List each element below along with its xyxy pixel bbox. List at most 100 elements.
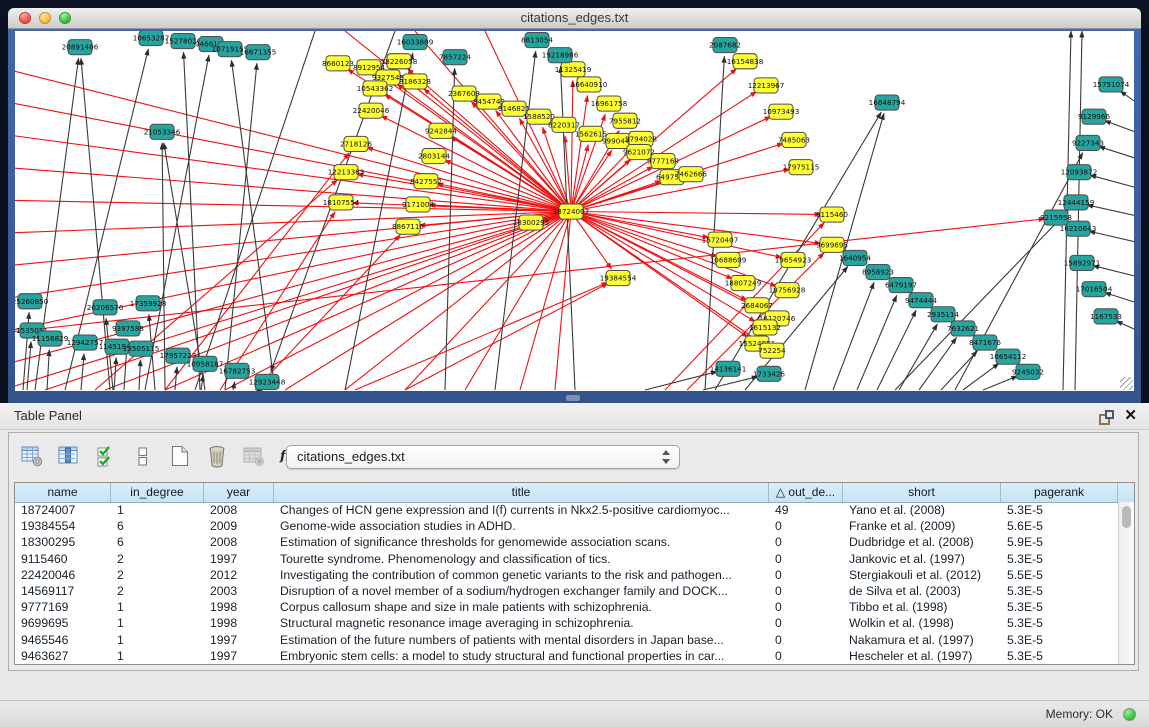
table-row[interactable]: 911546021997Tourette syndrome. Phenomeno…: [15, 551, 1118, 567]
citation-edge-red[interactable]: [165, 212, 571, 390]
graph-node[interactable]: 12213967: [748, 78, 785, 93]
citation-edge-black[interactable]: [645, 372, 717, 390]
close-panel-button[interactable]: ✕: [1124, 406, 1137, 426]
citation-edge-black[interactable]: [1120, 91, 1134, 102]
close-window-button[interactable]: [19, 12, 31, 24]
column-header[interactable]: title: [274, 483, 769, 502]
citation-edge-black[interactable]: [941, 351, 977, 390]
table-row[interactable]: 946362711997Embryonic stem cells: a mode…: [15, 648, 1118, 664]
graph-node[interactable]: 9242844: [425, 123, 457, 138]
citation-edge-black[interactable]: [1116, 321, 1134, 330]
graph-node[interactable]: 1615132: [749, 320, 781, 335]
citation-edge-red[interactable]: [405, 212, 571, 390]
graph-node[interactable]: 2087682: [709, 38, 741, 53]
graph-node[interactable]: 1167533: [1090, 309, 1122, 324]
graph-node[interactable]: 16640910: [571, 77, 608, 92]
citation-edge-red[interactable]: [571, 212, 709, 238]
citation-edge-red[interactable]: [345, 212, 571, 390]
vertical-scrollbar[interactable]: [1118, 502, 1134, 664]
citation-edge-red[interactable]: [355, 282, 608, 390]
graph-node[interactable]: 15720407: [702, 232, 739, 247]
graph-node[interactable]: 16782753: [219, 363, 256, 378]
citation-edge-black[interactable]: [201, 375, 203, 390]
graph-node[interactable]: 9227343: [1072, 135, 1104, 150]
citation-edge-red[interactable]: [255, 235, 400, 390]
graph-node[interactable]: 14136141: [710, 361, 747, 376]
graph-node[interactable]: 2935114: [927, 307, 959, 322]
citation-edge-black[interactable]: [184, 52, 200, 390]
table-selector[interactable]: citations_edges.txt: [286, 445, 680, 469]
graph-node[interactable]: 10654112: [990, 349, 1027, 364]
graph-node[interactable]: 12923448: [249, 374, 286, 389]
graph-node[interactable]: 752254: [758, 343, 786, 358]
citation-edge-black[interactable]: [139, 360, 140, 390]
graph-node[interactable]: 7485063: [778, 132, 810, 147]
scrollbar-thumb[interactable]: [1122, 506, 1131, 528]
graph-node[interactable]: 19654923: [775, 252, 812, 267]
graph-node[interactable]: 7462666: [675, 167, 707, 182]
graph-node[interactable]: 10973493: [763, 104, 800, 119]
graph-node[interactable]: 16154838: [727, 54, 764, 69]
citation-edge-black[interactable]: [877, 310, 916, 390]
table-row[interactable]: 969969511998Structural magnetic resonanc…: [15, 615, 1118, 631]
zoom-window-button[interactable]: [59, 12, 71, 24]
graph-node[interactable]: 17975115: [783, 160, 820, 175]
citation-edge-red[interactable]: [15, 200, 571, 211]
graph-node[interactable]: 16033809: [397, 35, 434, 50]
citation-edge-black[interactable]: [231, 60, 275, 390]
graph-node[interactable]: 9115460: [816, 207, 848, 222]
splitter-handle[interactable]: [566, 395, 580, 401]
citation-edge-black[interactable]: [81, 354, 84, 390]
graph-node[interactable]: 2718126: [340, 136, 372, 151]
select-all-button[interactable]: [93, 443, 119, 469]
citation-edge-black[interactable]: [983, 376, 1018, 390]
graph-node[interactable]: 25260850: [15, 294, 49, 309]
graph-node[interactable]: 8215958: [1040, 210, 1072, 225]
graph-node[interactable]: 16648794: [869, 95, 906, 110]
network-canvas[interactable]: 1872400718300295193845548660123891295418…: [15, 31, 1134, 391]
citation-edge-black[interactable]: [1098, 146, 1134, 158]
graph-node[interactable]: 16671355: [240, 45, 277, 60]
citation-edge-black[interactable]: [47, 350, 49, 390]
citation-edge-black[interactable]: [857, 295, 897, 390]
graph-node[interactable]: 7632621: [947, 321, 979, 336]
graph-node[interactable]: 1640954: [839, 250, 871, 265]
citation-edge-red[interactable]: [357, 174, 571, 211]
resize-grip[interactable]: [1120, 377, 1133, 390]
citation-edge-red[interactable]: [45, 212, 571, 390]
table-row[interactable]: 2242004622012Investigating the contribut…: [15, 567, 1118, 583]
graph-node[interactable]: 15751074: [1093, 77, 1130, 92]
graph-node[interactable]: 7955812: [609, 113, 641, 128]
table-row[interactable]: 977716911998Corpus callosum shape and si…: [15, 599, 1118, 615]
graph-node[interactable]: 9245032: [1012, 364, 1044, 379]
graph-node[interactable]: 12093872: [1061, 165, 1098, 180]
citation-edge-black[interactable]: [175, 367, 177, 390]
float-panel-button[interactable]: [1099, 410, 1113, 423]
graph-node[interactable]: 15892971: [1064, 255, 1101, 270]
graph-node[interactable]: 9397588: [112, 321, 144, 336]
citation-edge-black[interactable]: [1104, 293, 1134, 303]
table-mode-button[interactable]: [19, 443, 45, 469]
citation-graph[interactable]: 1872400718300295193845548660123891295418…: [15, 31, 1134, 391]
table-row[interactable]: 1456911722003Disruption of a novel membe…: [15, 583, 1118, 599]
citation-edge-red[interactable]: [571, 95, 587, 211]
graph-node[interactable]: 10543362: [357, 81, 394, 96]
graph-node[interactable]: 11325419: [555, 62, 592, 77]
graph-node[interactable]: 9129966: [1078, 109, 1110, 124]
minimize-window-button[interactable]: [39, 12, 51, 24]
table-row[interactable]: 1938455462009Genome-wide association stu…: [15, 518, 1118, 534]
memory-indicator[interactable]: [1123, 708, 1136, 721]
graph-node[interactable]: 8186328: [399, 74, 431, 89]
show-columns-button[interactable]: [56, 443, 82, 469]
citation-edge-black[interactable]: [833, 282, 874, 390]
graph-node[interactable]: 19218986: [542, 48, 579, 63]
delete-column-button[interactable]: [204, 443, 230, 469]
citation-edge-red[interactable]: [405, 283, 608, 390]
graph-node[interactable]: 18807249: [725, 276, 762, 291]
graph-node[interactable]: 22420046: [353, 103, 390, 118]
column-header[interactable]: pagerank: [1001, 483, 1118, 502]
graph-node[interactable]: 9474444: [905, 293, 937, 308]
graph-node[interactable]: 20891406: [62, 40, 99, 55]
graph-node[interactable]: 11156829: [32, 331, 69, 346]
column-header[interactable]: short: [843, 483, 1001, 502]
